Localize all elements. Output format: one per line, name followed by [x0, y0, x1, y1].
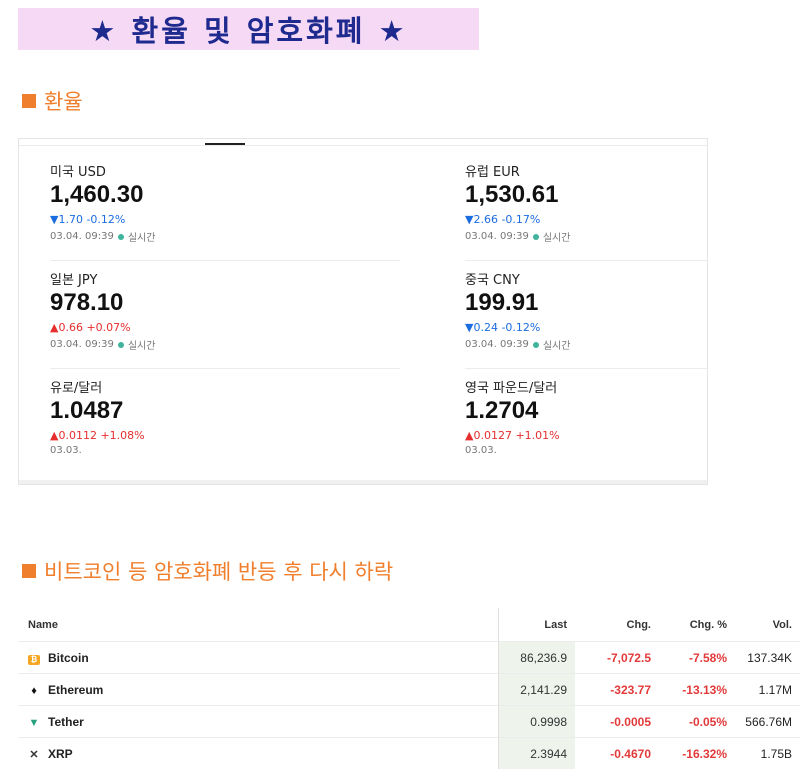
- fx-change: ▲0.66 +0.07%: [50, 321, 131, 334]
- banner-title: ★ 환율 및 암호화폐 ★: [89, 14, 408, 48]
- crypto-chg-pct: -7.58%: [659, 641, 735, 674]
- column-header-last[interactable]: Last: [498, 608, 575, 642]
- fx-item-cny[interactable]: 중국 CNY 199.91 ▼0.24 -0.12% 03.04. 09:39 …: [465, 269, 807, 377]
- column-header-vol[interactable]: Vol.: [735, 608, 800, 642]
- table-row[interactable]: ♦ Ethereum 2,141.29 -323.77 -13.13% 1.17M: [18, 673, 800, 706]
- crypto-name[interactable]: Ethereum: [48, 683, 103, 697]
- column-header-chg[interactable]: Chg.: [575, 608, 659, 642]
- fx-price: 1.2704: [465, 397, 539, 424]
- crypto-chg: -7,072.5: [575, 641, 659, 674]
- fx-price: 978.10: [50, 289, 124, 316]
- fx-name: 유로/달러: [50, 381, 103, 396]
- live-dot-icon: [117, 233, 124, 240]
- ethereum-icon: ♦: [31, 684, 37, 697]
- crypto-table: Name Last Chg. Chg. % Vol. ₿ Bitcoin 86,2…: [18, 608, 800, 769]
- fx-price: 1,460.30: [50, 181, 144, 208]
- table-row[interactable]: ▼ Tether 0.9998 -0.0005 -0.05% 566.76M: [18, 705, 800, 738]
- live-dot-icon: [532, 341, 539, 348]
- fx-item-eur-usd[interactable]: 유로/달러 1.0487 ▲0.0112 +1.08% 03.03.: [50, 377, 430, 485]
- fx-change: ▼0.24 -0.12%: [465, 321, 541, 334]
- xrp-icon: ✕: [29, 748, 39, 761]
- crypto-vol: 1.17M: [735, 673, 800, 706]
- crypto-name[interactable]: Bitcoin: [48, 651, 89, 665]
- fx-name: 중국 CNY: [465, 273, 520, 288]
- fx-meta: 03.04. 09:39 실시간: [50, 337, 430, 352]
- square-bullet-icon: [22, 564, 36, 578]
- fx-change: ▼2.66 -0.17%: [465, 213, 541, 226]
- fx-name: 유럽 EUR: [465, 165, 520, 180]
- fx-name: 영국 파운드/달러: [465, 381, 558, 396]
- fx-item-jpy[interactable]: 일본 JPY 978.10 ▲0.66 +0.07% 03.04. 09:39 …: [50, 269, 430, 377]
- tether-icon: ▼: [28, 716, 40, 729]
- crypto-name-cell: ▼ Tether: [18, 705, 499, 738]
- crypto-chg: -0.0005: [575, 705, 659, 738]
- crypto-vol: 566.76M: [735, 705, 800, 738]
- crypto-chg-pct: -16.32%: [659, 737, 735, 769]
- fx-date: 03.03.: [50, 445, 82, 456]
- fx-date: 03.04. 09:39: [465, 231, 529, 242]
- page-banner: ★ 환율 및 암호화폐 ★: [18, 8, 479, 50]
- live-dot-icon: [532, 233, 539, 240]
- fx-price: 199.91: [465, 289, 539, 316]
- live-dot-icon: [117, 341, 124, 348]
- fx-item-gbp-usd[interactable]: 영국 파운드/달러 1.2704 ▲0.0127 +1.01% 03.03.: [465, 377, 807, 485]
- fx-change: ▼1.70 -0.12%: [50, 213, 126, 226]
- fx-name: 일본 JPY: [50, 273, 98, 288]
- fx-date: 03.04. 09:39: [50, 231, 114, 242]
- column-header-name[interactable]: Name: [18, 608, 499, 642]
- fx-price: 1.0487: [50, 397, 124, 424]
- fx-live-label: 실시간: [542, 341, 571, 352]
- crypto-last: 0.9998: [498, 705, 575, 738]
- section-heading-exchange-rate: 환율: [22, 86, 83, 116]
- crypto-name-cell: ₿ Bitcoin: [18, 641, 499, 674]
- section-heading-label: 환율: [44, 90, 83, 114]
- table-row[interactable]: ✕ XRP 2.3944 -0.4670 -16.32% 1.75B: [18, 737, 800, 769]
- fx-date: 03.04. 09:39: [465, 339, 529, 350]
- crypto-chg: -0.4670: [575, 737, 659, 769]
- crypto-name-cell: ♦ Ethereum: [18, 673, 499, 706]
- fx-meta: 03.03.: [465, 445, 807, 456]
- section-heading-label: 비트코인 등 암호화폐 반등 후 다시 하락: [44, 560, 394, 584]
- fx-live-label: 실시간: [127, 341, 156, 352]
- square-bullet-icon: [22, 94, 36, 108]
- fx-name: 미국 USD: [50, 165, 106, 180]
- section-heading-crypto: 비트코인 등 암호화폐 반등 후 다시 하락: [22, 556, 393, 586]
- fx-change: ▲0.0112 +1.08%: [50, 429, 145, 442]
- crypto-name[interactable]: Tether: [48, 715, 84, 729]
- crypto-last: 2.3944: [498, 737, 575, 769]
- fx-meta: 03.03.: [50, 445, 430, 456]
- crypto-name[interactable]: XRP: [48, 747, 73, 761]
- crypto-vol: 137.34K: [735, 641, 800, 674]
- crypto-chg-pct: -13.13%: [659, 673, 735, 706]
- fx-live-label: 실시간: [127, 233, 156, 244]
- crypto-last: 2,141.29: [498, 673, 575, 706]
- fx-date: 03.04. 09:39: [50, 339, 114, 350]
- fx-price: 1,530.61: [465, 181, 559, 208]
- fx-meta: 03.04. 09:39 실시간: [50, 229, 430, 244]
- table-header-row: Name Last Chg. Chg. % Vol.: [18, 608, 800, 642]
- column-header-chg-pct[interactable]: Chg. %: [659, 608, 735, 642]
- fx-item-eur[interactable]: 유럽 EUR 1,530.61 ▼2.66 -0.17% 03.04. 09:3…: [465, 161, 807, 269]
- crypto-last: 86,236.9: [498, 641, 575, 674]
- crypto-name-cell: ✕ XRP: [18, 737, 499, 769]
- table-row[interactable]: ₿ Bitcoin 86,236.9 -7,072.5 -7.58% 137.34…: [18, 641, 800, 674]
- exchange-rate-card: 미국 USD 1,460.30 ▼1.70 -0.12% 03.04. 09:3…: [18, 138, 708, 485]
- bitcoin-icon: ₿: [28, 654, 40, 665]
- crypto-chg: -323.77: [575, 673, 659, 706]
- fx-change: ▲0.0127 +1.01%: [465, 429, 560, 442]
- fx-item-usd[interactable]: 미국 USD 1,460.30 ▼1.70 -0.12% 03.04. 09:3…: [50, 161, 430, 269]
- fx-date: 03.03.: [465, 445, 497, 456]
- crypto-vol: 1.75B: [735, 737, 800, 769]
- fx-live-label: 실시간: [542, 233, 571, 244]
- crypto-chg-pct: -0.05%: [659, 705, 735, 738]
- fx-meta: 03.04. 09:39 실시간: [465, 337, 807, 352]
- fx-meta: 03.04. 09:39 실시간: [465, 229, 807, 244]
